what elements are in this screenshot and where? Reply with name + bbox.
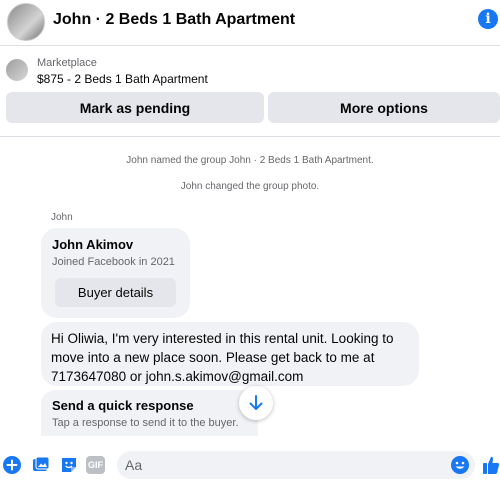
chat-header: John · 2 Beds 1 Bath Apartment i [0,0,500,46]
sticker-icon[interactable] [59,455,79,475]
message-composer: GIF [0,446,500,489]
plus-icon[interactable] [2,455,22,475]
sender-name: John [51,212,73,223]
system-message: John named the group John · 2 Beds 1 Bat… [126,155,374,166]
listing-title[interactable]: $875 - 2 Beds 1 Bath Apartment [37,72,208,86]
conversation-title[interactable]: John · 2 Beds 1 Bath Apartment [53,11,295,29]
quick-response-subtitle: Tap a response to send it to the buyer. [52,417,239,429]
marketplace-panel: Marketplace $875 - 2 Beds 1 Bath Apartme… [0,47,500,137]
message-bubble: Hi Oliwia, I'm very interested in this r… [41,322,419,386]
system-message: John changed the group photo. [180,181,320,192]
photo-icon[interactable] [31,455,51,475]
buyer-profile-card: John Akimov Joined Facebook in 2021 Buye… [41,228,190,318]
message-input-container [117,451,475,479]
gif-icon[interactable]: GIF [86,456,105,474]
listing-thumbnail[interactable] [6,59,28,81]
scroll-down-button[interactable] [239,386,273,420]
more-options-button[interactable]: More options [268,92,500,123]
mark-as-pending-button[interactable]: Mark as pending [6,92,264,123]
group-avatar[interactable] [7,3,45,41]
joined-date: Joined Facebook in 2021 [52,256,175,268]
message-input[interactable] [125,455,445,475]
arrow-down-icon [249,395,263,410]
marketplace-label: Marketplace [37,57,97,69]
buyer-details-button[interactable]: Buyer details [55,278,176,307]
info-icon[interactable]: i [478,9,498,29]
buyer-name[interactable]: John Akimov [52,237,133,252]
emoji-icon[interactable] [450,455,470,475]
quick-response-panel[interactable]: Send a quick response Tap a response to … [41,390,258,436]
quick-response-title: Send a quick response [52,398,194,413]
thumbs-up-icon[interactable] [482,454,500,476]
